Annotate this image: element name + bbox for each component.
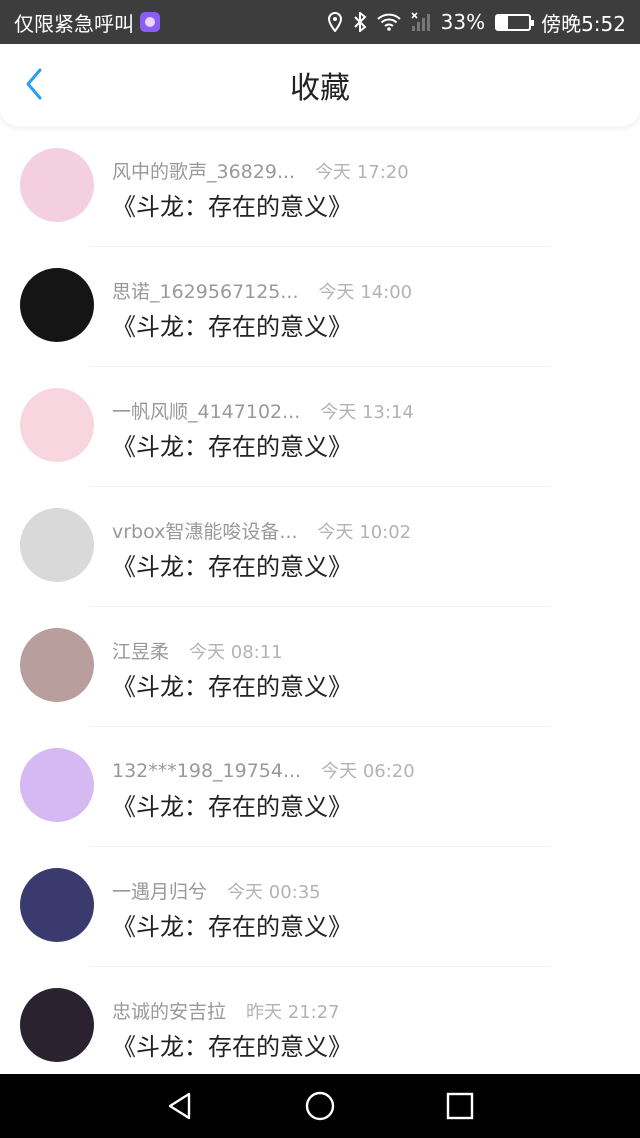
- back-button[interactable]: [14, 64, 54, 104]
- item-title: 《斗龙：存在的意义》: [112, 193, 352, 221]
- avatar[interactable]: [20, 268, 94, 342]
- battery-percent: 33%: [440, 10, 486, 34]
- item-title: 《斗龙：存在的意义》: [112, 1033, 352, 1061]
- back-triangle-icon: [168, 1092, 191, 1120]
- avatar[interactable]: [20, 148, 94, 222]
- item-meta: 风中的歌声_36829... 今天 17:20: [112, 157, 409, 184]
- username: vrbox智潓能唆设备...: [112, 521, 298, 543]
- avatar[interactable]: [20, 628, 94, 702]
- timestamp: 今天 00:35: [227, 882, 321, 903]
- avatar[interactable]: [20, 988, 94, 1062]
- username: 一帆风顺_4147102...: [112, 401, 301, 423]
- item-meta: 132***198_19754... 今天 06:20: [112, 757, 415, 783]
- nav-recents-button[interactable]: [428, 1074, 492, 1138]
- item-title: 《斗龙：存在的意义》: [112, 793, 352, 821]
- status-bar-left: 仅限紧急呼叫: [14, 8, 160, 37]
- item-title: 《斗龙：存在的意义》: [112, 673, 352, 701]
- item-title: 《斗龙：存在的意义》: [112, 433, 352, 461]
- nav-back-button[interactable]: [148, 1074, 212, 1138]
- header: 收藏: [0, 44, 640, 126]
- favorites-list: 风中的歌声_36829... 今天 17:20 《斗龙：存在的意义》 思诺_16295…: [0, 127, 640, 1087]
- timestamp: 今天 06:20: [321, 761, 415, 782]
- wifi-icon: [376, 13, 401, 31]
- timestamp: 今天 17:20: [315, 162, 409, 183]
- username: 忠诚的安吉拉: [112, 1001, 227, 1023]
- emergency-call-label: 仅限紧急呼叫: [14, 11, 134, 36]
- battery-fill: [497, 15, 508, 29]
- status-bar-right: 33% 傍晚5:52: [327, 8, 626, 37]
- list-item[interactable]: 风中的歌声_36829... 今天 17:20 《斗龙：存在的意义》: [0, 127, 640, 247]
- list-item[interactable]: 一遇月归兮 今天 00:35 《斗龙：存在的意义》: [0, 847, 640, 967]
- item-meta: vrbox智潓能唆设备... 今天 10:02: [112, 517, 411, 544]
- timestamp: 今天 14:00: [318, 282, 413, 303]
- system-nav-bar: [0, 1074, 640, 1138]
- location-icon: [327, 12, 342, 32]
- item-meta: 一遇月归兮 今天 00:35: [112, 877, 321, 904]
- list-item[interactable]: 一帆风顺_4147102... 今天 13:14 《斗龙：存在的意义》: [0, 367, 640, 487]
- battery-icon: [495, 13, 535, 31]
- timestamp: 今天 08:11: [189, 642, 283, 663]
- username: 江昱柔: [112, 641, 170, 663]
- notification-app-icon: [140, 12, 160, 32]
- list-item[interactable]: 忠诚的安吉拉 昨天 21:27 《斗龙：存在的意义》: [0, 967, 640, 1087]
- home-circle-icon: [305, 1091, 335, 1121]
- username: 132***198_19754...: [112, 760, 302, 782]
- item-title: 《斗龙：存在的意义》: [112, 313, 352, 341]
- clock: 傍晚5:52: [541, 11, 626, 36]
- username: 思诺_1629567125...: [112, 281, 299, 303]
- status-bar: 仅限紧急呼叫 33% 傍晚5:52: [0, 0, 640, 44]
- username: 风中的歌声_36829...: [112, 161, 296, 183]
- timestamp: 今天 13:14: [320, 402, 414, 423]
- avatar[interactable]: [20, 388, 94, 462]
- signal-icon: [411, 12, 430, 31]
- list-item[interactable]: vrbox智潓能唆设备... 今天 10:02 《斗龙：存在的意义》: [0, 487, 640, 607]
- bluetooth-icon: [353, 12, 367, 32]
- page-title: 收藏: [290, 71, 350, 106]
- item-meta: 思诺_1629567125... 今天 14:00: [112, 277, 412, 304]
- list-item[interactable]: 江昱柔 今天 08:11 《斗龙：存在的意义》: [0, 607, 640, 727]
- timestamp: 今天 10:02: [317, 522, 412, 543]
- avatar[interactable]: [20, 868, 94, 942]
- timestamp: 昨天 21:27: [246, 1002, 340, 1023]
- avatar[interactable]: [20, 508, 94, 582]
- recents-square-icon: [446, 1092, 474, 1120]
- item-meta: 忠诚的安吉拉 昨天 21:27: [112, 997, 340, 1024]
- item-title: 《斗龙：存在的意义》: [112, 913, 352, 941]
- nav-home-button[interactable]: [288, 1074, 352, 1138]
- item-meta: 江昱柔 今天 08:11: [112, 637, 283, 664]
- list-item[interactable]: 思诺_1629567125... 今天 14:00 《斗龙：存在的意义》: [0, 247, 640, 367]
- chevron-left-icon: [26, 68, 42, 100]
- item-meta: 一帆风顺_4147102... 今天 13:14: [112, 397, 414, 424]
- username: 一遇月归兮: [112, 881, 208, 903]
- avatar[interactable]: [20, 748, 94, 822]
- item-title: 《斗龙：存在的意义》: [112, 553, 352, 581]
- list-item[interactable]: 132***198_19754... 今天 06:20 《斗龙：存在的意义》: [0, 727, 640, 847]
